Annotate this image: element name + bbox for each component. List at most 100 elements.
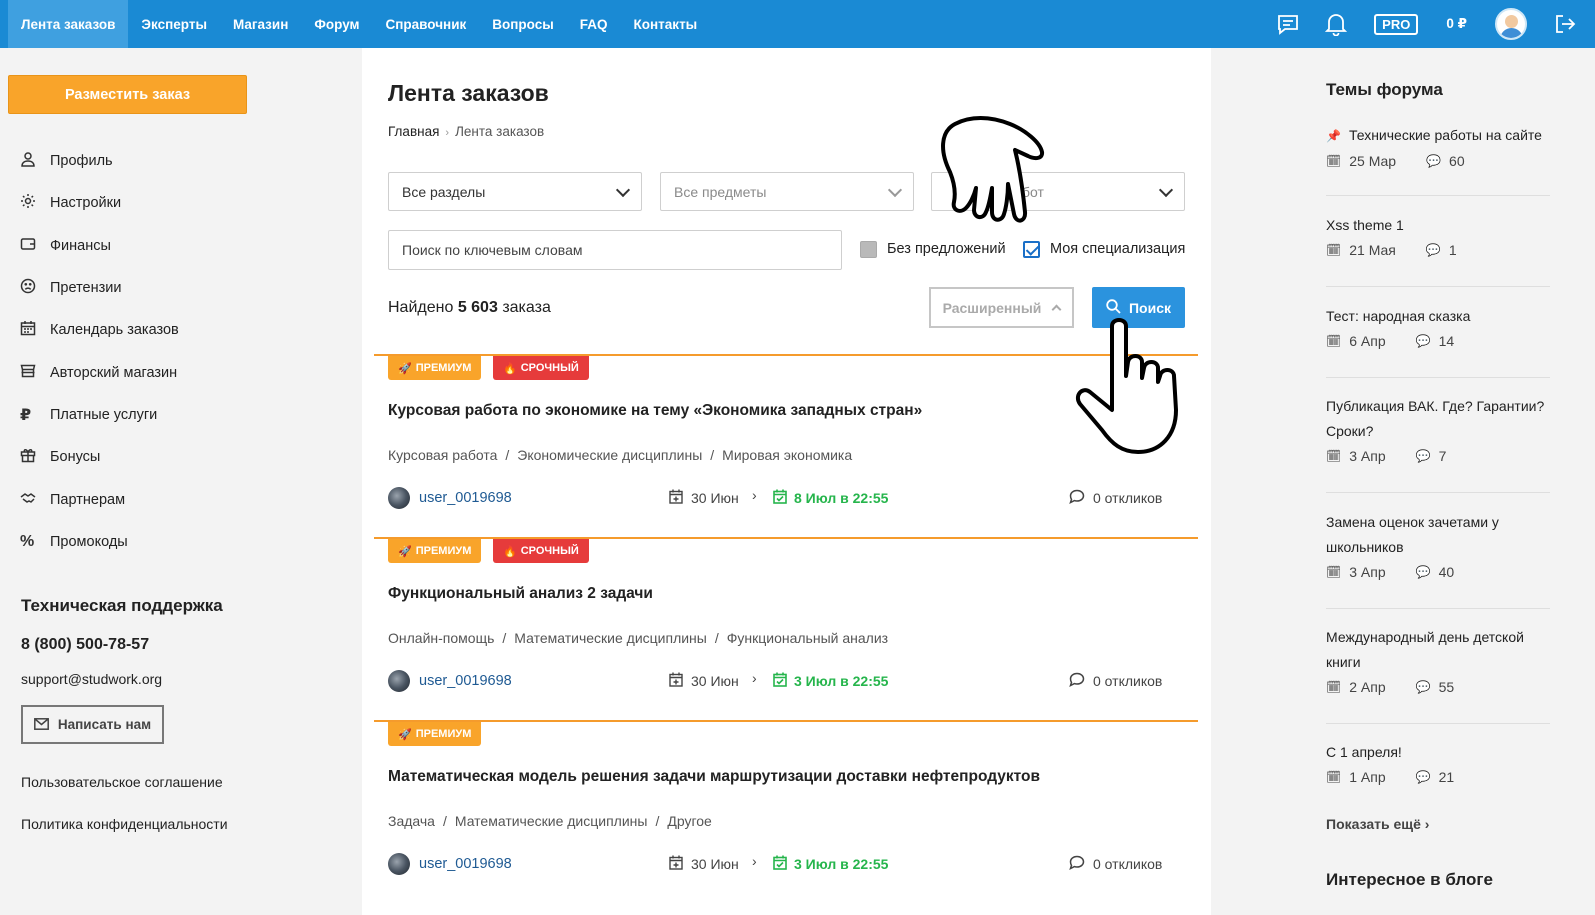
chat-bubble-icon: 💬 (1415, 680, 1431, 694)
subjects-select[interactable]: Все предметы (660, 172, 914, 211)
forum-topic[interactable]: Публикация ВАК. Где? Гарантии? Сроки? 🗓 3… (1326, 394, 1550, 493)
terms-link[interactable]: Пользовательское соглашение (21, 774, 223, 790)
subjects-select-value: Все предметы (674, 183, 767, 200)
sidebar-item-calendar[interactable]: Календарь заказов (20, 309, 179, 351)
nav-questions[interactable]: Вопросы (479, 0, 567, 48)
order-category[interactable]: Задача (388, 813, 435, 829)
nav-shop[interactable]: Магазин (220, 0, 301, 48)
sidebar-item-label: Промокоды (50, 533, 128, 550)
order-user[interactable]: user_0019698 (388, 487, 512, 509)
chat-bubble-icon: 💬 (1415, 334, 1431, 348)
forum-topic[interactable]: 📌 Технические работы на сайте 🗓 25 Мар 💬 60 (1326, 123, 1550, 196)
forum-topic[interactable]: С 1 апреля! 🗓 1 Апр 💬 21 (1326, 740, 1550, 800)
sidebar-item-partners[interactable]: Партнерам (20, 478, 179, 520)
forum-topics-title: Темы форума (1326, 80, 1443, 99)
forum-topic-date: 3 Апр (1349, 448, 1386, 464)
breadcrumb-separator: › (445, 127, 450, 139)
order-date-text: 30 Июн (691, 856, 739, 872)
balance[interactable]: 0 ₽ (1446, 16, 1467, 32)
sections-select[interactable]: Все разделы (388, 172, 642, 211)
forum-topic-title: Замена оценок зачетами у школьников (1326, 514, 1499, 555)
forum-topic[interactable]: Международный день детской книги 🗓 2 Апр 💬… (1326, 625, 1550, 724)
nav-contacts[interactable]: Контакты (621, 0, 711, 48)
sections-select-value: Все разделы (402, 183, 486, 200)
order-category[interactable]: Функциональный анализ (727, 630, 888, 646)
sidebar-item-bonuses[interactable]: Бонусы (20, 436, 179, 478)
pro-badge[interactable]: PRO (1374, 13, 1419, 35)
logout-icon[interactable] (1541, 0, 1589, 48)
order-responses: 0 откликов (1069, 855, 1162, 873)
forum-topic[interactable]: Xss theme 1 🗓 21 Мая 💬 1 (1326, 213, 1550, 287)
forum-topic-count: 55 (1438, 679, 1455, 695)
forum-topic-title: Тест: народная сказка (1326, 308, 1471, 324)
page-title: Лента заказов (388, 80, 549, 106)
breadcrumb: Главная › Лента заказов (388, 124, 544, 139)
sidebar-item-finance[interactable]: Финансы (20, 225, 179, 267)
search-button[interactable]: Поиск (1092, 287, 1185, 328)
nav-orders-feed[interactable]: Лента заказов (8, 0, 129, 48)
nav-faq[interactable]: FAQ (567, 0, 621, 48)
write-us-button[interactable]: Написать нам (21, 705, 164, 744)
order-user[interactable]: user_0019698 (388, 670, 512, 692)
no-offers-checkbox[interactable] (860, 241, 877, 258)
sidebar-item-settings[interactable]: Настройки (20, 182, 179, 224)
sidebar-item-label: Календарь заказов (50, 322, 179, 339)
bell-icon[interactable] (1312, 0, 1360, 48)
no-offers-label: Без предложений (887, 241, 1006, 257)
work-types-select[interactable]: бот (931, 172, 1185, 211)
my-specialization-checkbox[interactable] (1023, 241, 1040, 258)
order-deadline-text: 3 Июл в 22:55 (794, 856, 889, 872)
chat-bubble-icon: 💬 (1415, 565, 1431, 579)
sidebar-item-author-shop[interactable]: Авторский магазин (20, 351, 179, 393)
nav-reference[interactable]: Справочник (373, 0, 480, 48)
calendar-icon: 🗓 (1326, 565, 1342, 579)
search-button-label: Поиск (1128, 299, 1171, 316)
nav-forum[interactable]: Форум (301, 0, 372, 48)
sidebar-item-promocodes[interactable]: % Промокоды (20, 521, 179, 563)
forum-topic[interactable]: Замена оценок зачетами у школьников 🗓 3 А… (1326, 510, 1550, 609)
breadcrumb-home[interactable]: Главная (388, 124, 439, 139)
order-category[interactable]: Экономические дисциплины (517, 447, 702, 463)
handshake-icon (20, 490, 50, 510)
sidebar-item-paid-services[interactable]: ₽ Платные услуги (20, 394, 179, 436)
messages-icon[interactable] (1264, 0, 1312, 48)
privacy-link[interactable]: Политика конфиденциальности (21, 816, 228, 832)
order-deadline: 8 Июл в 22:55 (773, 489, 888, 507)
sidebar-item-claims[interactable]: Претензии (20, 267, 179, 309)
user-avatar[interactable] (1495, 8, 1527, 40)
show-more-link[interactable]: Показать ещё › (1326, 816, 1429, 832)
nav-experts[interactable]: Эксперты (128, 0, 220, 48)
order-category[interactable]: Онлайн-помощь (388, 630, 494, 646)
chevron-down-icon (1158, 182, 1174, 198)
place-order-button[interactable]: Разместить заказ (8, 75, 247, 114)
advanced-search-button[interactable]: Расширенный (929, 287, 1074, 328)
order-title[interactable]: Курсовая работа по экономике на тему «Эк… (388, 402, 922, 420)
keyword-search-input[interactable] (388, 230, 842, 270)
order-category[interactable]: Другое (667, 813, 711, 829)
forum-topic-title: Публикация ВАК. Где? Гарантии? Сроки? (1326, 398, 1545, 439)
order-user[interactable]: user_0019698 (388, 853, 512, 875)
forum-topic-count: 60 (1449, 153, 1465, 169)
avatar (388, 670, 410, 692)
chevron-down-icon (887, 182, 903, 198)
sidebar-item-profile[interactable]: Профиль (20, 140, 179, 182)
urgent-badge: 🔥 СРОЧНЫЙ (493, 356, 589, 380)
forum-topic-date: 1 Апр (1349, 769, 1386, 785)
support-phone: 8 (800) 500-78-57 (21, 636, 150, 653)
forum-topic-count: 40 (1438, 564, 1455, 580)
order-title[interactable]: Функциональный анализ 2 задачи (388, 585, 653, 603)
sidebar-menu: Профиль Настройки Финансы Претензии Кале… (20, 140, 179, 563)
calendar-icon: 🗓 (1326, 334, 1342, 348)
order-category[interactable]: Мировая экономика (722, 447, 852, 463)
order-category[interactable]: Математические дисциплины (514, 630, 707, 646)
order-title[interactable]: Математическая модель решения задачи мар… (388, 768, 1040, 786)
order-category[interactable]: Математические дисциплины (455, 813, 648, 829)
support-email[interactable]: support@studwork.org (21, 671, 162, 687)
order-deadline-text: 3 Июл в 22:55 (794, 673, 889, 689)
forum-topic[interactable]: Тест: народная сказка 🗓 6 Апр 💬 14 (1326, 304, 1550, 378)
order-category[interactable]: Курсовая работа (388, 447, 497, 463)
top-right-controls: PRO 0 ₽ (1264, 0, 1595, 48)
order-responses-text: 0 откликов (1093, 856, 1163, 872)
forum-topic-count: 14 (1438, 333, 1455, 349)
write-us-label: Написать нам (57, 717, 152, 732)
